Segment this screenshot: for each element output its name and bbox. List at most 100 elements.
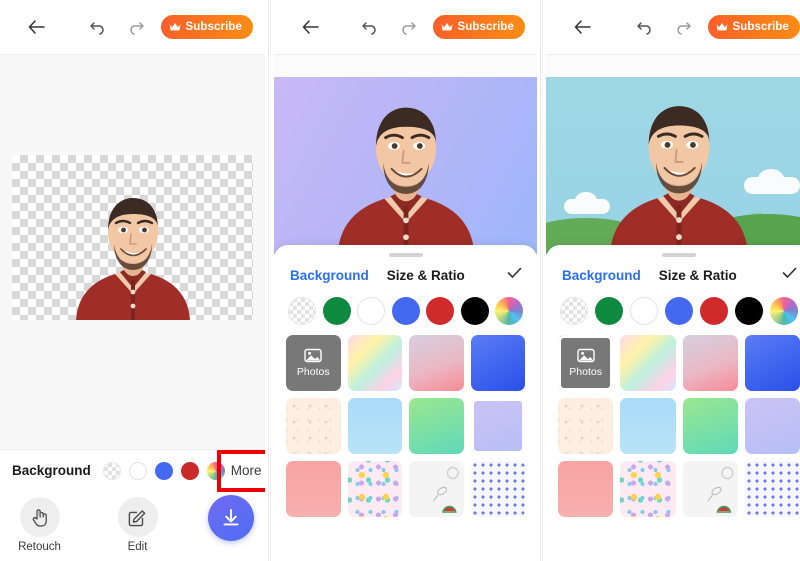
retouch-button[interactable]: Retouch — [12, 497, 68, 553]
grid-cell-green-mint[interactable] — [409, 398, 464, 454]
image-icon — [304, 348, 322, 363]
swatch-blue[interactable] — [665, 297, 693, 325]
swatch-transparent[interactable] — [560, 297, 588, 325]
grid-cell-mauve-pink[interactable] — [682, 335, 738, 391]
tab-size-ratio[interactable]: Size & Ratio — [387, 268, 465, 283]
swatch-blue[interactable] — [154, 461, 173, 480]
undo-icon[interactable] — [634, 16, 656, 38]
edit-button[interactable]: Edit — [110, 497, 166, 553]
grid-cell-confetti-dots[interactable] — [620, 461, 676, 517]
subscribe-button[interactable]: Subscribe — [708, 15, 800, 39]
doodle-art — [706, 466, 734, 513]
transparent-photo[interactable] — [12, 155, 253, 320]
subscribe-label: Subscribe — [185, 21, 242, 33]
selected-highlight-box — [470, 398, 525, 454]
background-thumbnail-grid: Photos — [274, 333, 537, 517]
grid-cell-photos[interactable]: Photos — [286, 335, 341, 391]
crown-icon — [169, 22, 181, 32]
check-icon[interactable] — [505, 264, 523, 282]
top-bar: Subscribe — [274, 0, 537, 55]
background-quick-bar: Background More — [0, 449, 265, 492]
three-panel-screenshot: Subscribe Background More Retouch Edit S… — [0, 0, 800, 561]
swatch-green[interactable] — [322, 297, 351, 325]
grid-cell-blue-dot-grid[interactable] — [470, 461, 525, 517]
swatch-white[interactable] — [357, 297, 385, 325]
download-button[interactable] — [207, 495, 254, 541]
swatch-red[interactable] — [426, 297, 454, 325]
hand-pointer-icon — [19, 497, 60, 537]
swatch-red[interactable] — [700, 297, 728, 325]
portrait-illustration — [337, 107, 474, 254]
swatch-green[interactable] — [595, 297, 623, 325]
edit-label: Edit — [127, 541, 148, 553]
back-icon[interactable] — [296, 13, 324, 41]
swatch-black[interactable] — [460, 297, 489, 325]
grid-cell-watermelon-doodle[interactable] — [409, 461, 464, 517]
subscribe-button[interactable]: Subscribe — [161, 15, 253, 39]
retouch-label: Retouch — [18, 541, 61, 553]
grid-cell-coral-pink[interactable] — [286, 461, 341, 517]
swatch-white[interactable] — [128, 461, 147, 480]
swatch-red[interactable] — [180, 461, 199, 480]
grid-cell-royal-blue[interactable] — [744, 335, 800, 391]
grid-cell-watermelon-doodle[interactable] — [682, 461, 738, 517]
redo-icon[interactable] — [672, 16, 694, 38]
tab-size-ratio[interactable]: Size & Ratio — [659, 268, 737, 283]
subscribe-button[interactable]: Subscribe — [433, 15, 525, 39]
subscribe-label: Subscribe — [732, 21, 789, 33]
grid-cell-royal-blue[interactable] — [470, 335, 525, 391]
grid-cell-mauve-pink[interactable] — [409, 335, 464, 391]
grid-cell-cream-pattern[interactable] — [558, 398, 614, 454]
back-icon[interactable] — [568, 13, 596, 41]
sheet-grabber[interactable] — [388, 253, 423, 257]
tab-background[interactable]: Background — [290, 268, 369, 283]
more-label: More — [230, 462, 262, 478]
sheet-grabber[interactable] — [662, 253, 696, 257]
swatch-color-wheel[interactable] — [770, 297, 798, 325]
grid-cell-sky-blue[interactable] — [620, 398, 676, 454]
selected-inner-border — [470, 398, 525, 454]
swatch-blue[interactable] — [391, 297, 420, 325]
grid-cell-sky-blue[interactable] — [347, 398, 402, 454]
swatch-transparent[interactable] — [288, 297, 316, 325]
redo-icon[interactable] — [397, 16, 419, 38]
redo-icon[interactable] — [125, 16, 147, 38]
photos-label: Photos — [296, 366, 330, 378]
back-icon[interactable] — [22, 13, 50, 41]
panel-divider-2 — [540, 0, 543, 561]
swatch-black[interactable] — [735, 297, 763, 325]
grid-cell-pastel-rainbow[interactable] — [620, 335, 676, 391]
grid-cell-confetti-dots[interactable] — [347, 461, 402, 517]
panel-photo-background: Subscribe Background Size & Ratio Photos — [546, 0, 800, 561]
undo-icon[interactable] — [87, 16, 109, 38]
grid-cell-blue-dot-grid[interactable] — [744, 461, 800, 517]
tab-background[interactable]: Background — [562, 268, 641, 283]
swatch-color-wheel[interactable] — [495, 297, 523, 325]
grid-cell-green-mint[interactable] — [682, 398, 738, 454]
action-row: Retouch Edit — [0, 491, 265, 559]
selected-highlight-box — [558, 335, 614, 391]
swatch-white[interactable] — [630, 297, 658, 325]
grid-cell-pastel-rainbow[interactable] — [347, 335, 402, 391]
panel-transparent-result: Subscribe Background More Retouch Edit — [0, 0, 265, 561]
grid-cell-lavender-blue[interactable] — [744, 398, 800, 454]
grid-cell-lavender-blue[interactable] — [470, 398, 525, 454]
background-bottom-sheet: Background Size & Ratio Photos — [274, 245, 537, 561]
grid-cell-coral-pink[interactable] — [558, 461, 614, 517]
scenery-background-photo[interactable] — [546, 77, 800, 254]
portrait-illustration — [75, 198, 190, 320]
background-label: Background — [12, 463, 91, 478]
more-button[interactable]: More — [216, 449, 265, 492]
panel-gradient-background: Subscribe Background Size & Ratio Photos — [274, 0, 537, 561]
check-icon[interactable] — [780, 264, 798, 282]
undo-icon[interactable] — [359, 16, 381, 38]
gradient-background-photo[interactable] — [274, 77, 537, 254]
photo-canvas — [0, 55, 265, 449]
swatch-color-wheel[interactable] — [206, 461, 225, 480]
sheet-color-swatches — [546, 287, 800, 333]
grid-cell-photos[interactable]: Photos — [558, 335, 614, 391]
sheet-color-swatches — [274, 287, 537, 333]
crown-icon — [441, 22, 453, 32]
swatch-transparent[interactable] — [102, 461, 121, 480]
grid-cell-cream-pattern[interactable] — [286, 398, 341, 454]
